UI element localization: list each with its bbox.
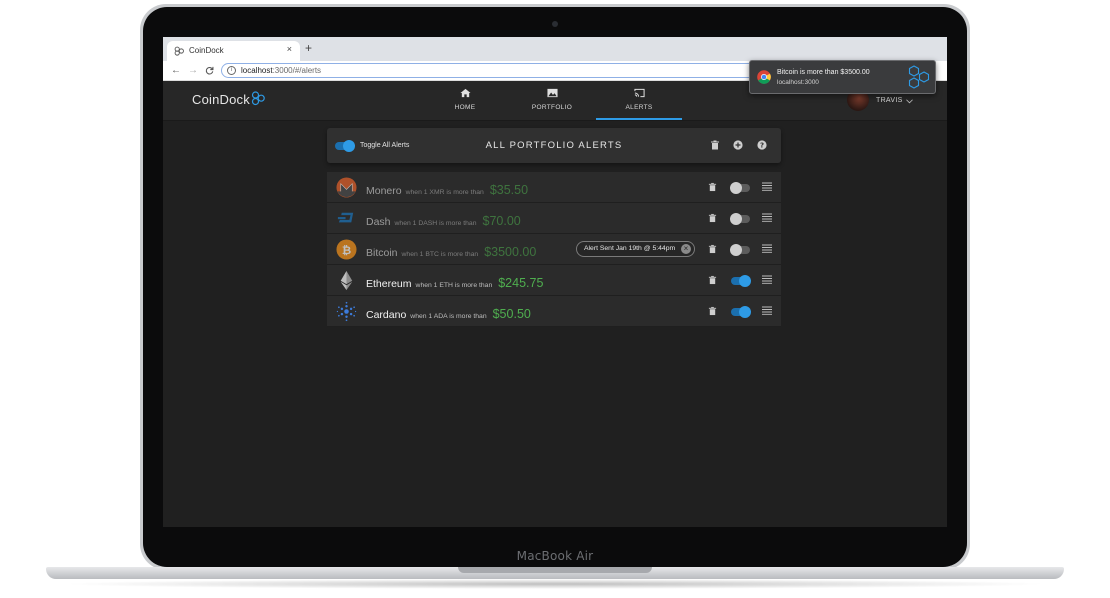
alert-row-dash: Dash when 1 DASH is more than $70.00 [327,203,781,234]
trash-icon[interactable] [708,182,717,192]
alert-sent-text: Alert Sent Jan 19th @ 5:44pm [584,245,676,252]
alert-row-bitcoin: ₿ Bitcoin when 1 BTC is more than $3500.00… [327,234,781,265]
alert-condition: when 1 ETH is more than [415,282,493,289]
browser-tab-bar: CoinDock × + [163,37,947,61]
ethereum-icon [340,270,353,291]
cast-icon [634,88,645,98]
drag-handle-icon[interactable] [762,306,772,315]
hexagon-logo-icon [251,91,265,106]
alert-toggle[interactable] [731,275,751,287]
chrome-icon [757,70,771,84]
user-name[interactable]: TRAVIS [876,97,903,104]
alert-condition: when 1 BTC is more than [401,251,479,258]
coin-name: Cardano [366,309,407,321]
screen: CoinDock × + ← → i localhost:3000/#/aler… [163,37,947,527]
alert-condition: when 1 ADA is more than [410,313,487,320]
add-circle-icon[interactable] [733,140,743,150]
tab-alerts[interactable]: ALERTS [596,81,682,120]
new-tab-button[interactable]: + [305,42,312,54]
reload-icon[interactable] [205,66,214,75]
svg-text:₿: ₿ [342,243,351,257]
forward-button[interactable]: → [188,65,198,76]
url-path: :3000/#/alerts [272,66,322,75]
alerts-header-card: Toggle All Alerts ALL PORTFOLIO ALERTS ? [327,128,781,163]
desktop-notification[interactable]: Bitcoin is more than $3500.00 localhost:… [749,60,936,94]
cardano-icon [336,301,357,322]
help-icon[interactable]: ? [757,140,767,150]
hexagon-logo-icon [908,65,930,89]
alert-price[interactable]: $3500.00 [484,245,536,259]
tab-portfolio[interactable]: PORTFOLIO [509,81,595,120]
active-tab-indicator [596,118,682,120]
alert-toggle[interactable] [730,213,750,225]
drag-handle-icon[interactable] [762,244,772,253]
url-input[interactable]: i localhost:3000/#/alerts [221,63,781,78]
alert-row-ethereum: Ethereum when 1 ETH is more than $245.75 [327,265,781,296]
alert-price[interactable]: $35.50 [490,183,528,197]
notification-source: localhost:3000 [777,79,819,86]
chevron-down-icon[interactable] [906,99,913,104]
coin-name: Ethereum [366,278,412,290]
info-icon[interactable]: i [227,66,236,75]
alert-condition: when 1 DASH is more than [394,220,477,227]
alert-price[interactable]: $50.50 [493,307,531,321]
alert-price[interactable]: $245.75 [498,276,543,290]
svg-text:?: ? [760,142,764,150]
alert-condition: when 1 XMR is more than [405,189,484,196]
alert-row-cardano: Cardano when 1 ADA is more than $50.50 [327,296,781,327]
coin-name: Monero [366,185,402,197]
bitcoin-icon: ₿ [336,239,357,260]
close-icon[interactable]: × [681,244,691,254]
alert-price[interactable]: $70.00 [483,214,521,228]
trash-icon[interactable] [708,244,717,254]
trash-icon[interactable] [708,275,717,285]
coin-name: Bitcoin [366,247,398,259]
alert-toggle[interactable] [731,306,751,318]
tab-alerts-label: ALERTS [625,104,653,111]
home-icon [460,88,471,98]
laptop-notch [458,567,652,573]
tab-home-label: HOME [454,104,476,111]
alert-sent-chip[interactable]: Alert Sent Jan 19th @ 5:44pm × [576,241,695,257]
device-brand-label: MacBook Air [516,549,594,563]
dash-icon [337,212,354,223]
drag-handle-icon[interactable] [762,213,772,222]
trash-icon[interactable] [708,213,717,223]
coindock-favicon-icon [174,46,184,56]
laptop-shadow [60,579,1050,589]
alert-list: Monero when 1 XMR is more than $35.50 Dash… [327,172,781,327]
drag-handle-icon[interactable] [762,182,772,191]
url-host: localhost [241,66,273,75]
tab-home[interactable]: HOME [422,81,508,120]
trash-icon[interactable] [710,140,720,150]
tab-title: CoinDock [189,46,224,55]
browser-tab[interactable]: CoinDock × [167,41,300,61]
back-button[interactable]: ← [171,65,181,76]
alert-toggle[interactable] [730,182,750,194]
coin-name: Dash [366,216,391,228]
app-logo[interactable]: CoinDock [192,92,250,107]
drag-handle-icon[interactable] [762,275,772,284]
tab-close-button[interactable]: × [287,44,292,54]
alert-row-monero: Monero when 1 XMR is more than $35.50 [327,172,781,203]
image-icon [547,88,558,98]
tab-portfolio-label: PORTFOLIO [531,104,573,111]
monero-icon [336,177,357,198]
alert-toggle[interactable] [730,244,750,256]
camera [552,21,558,27]
notification-title: Bitcoin is more than $3500.00 [777,69,870,76]
trash-icon[interactable] [708,306,717,316]
